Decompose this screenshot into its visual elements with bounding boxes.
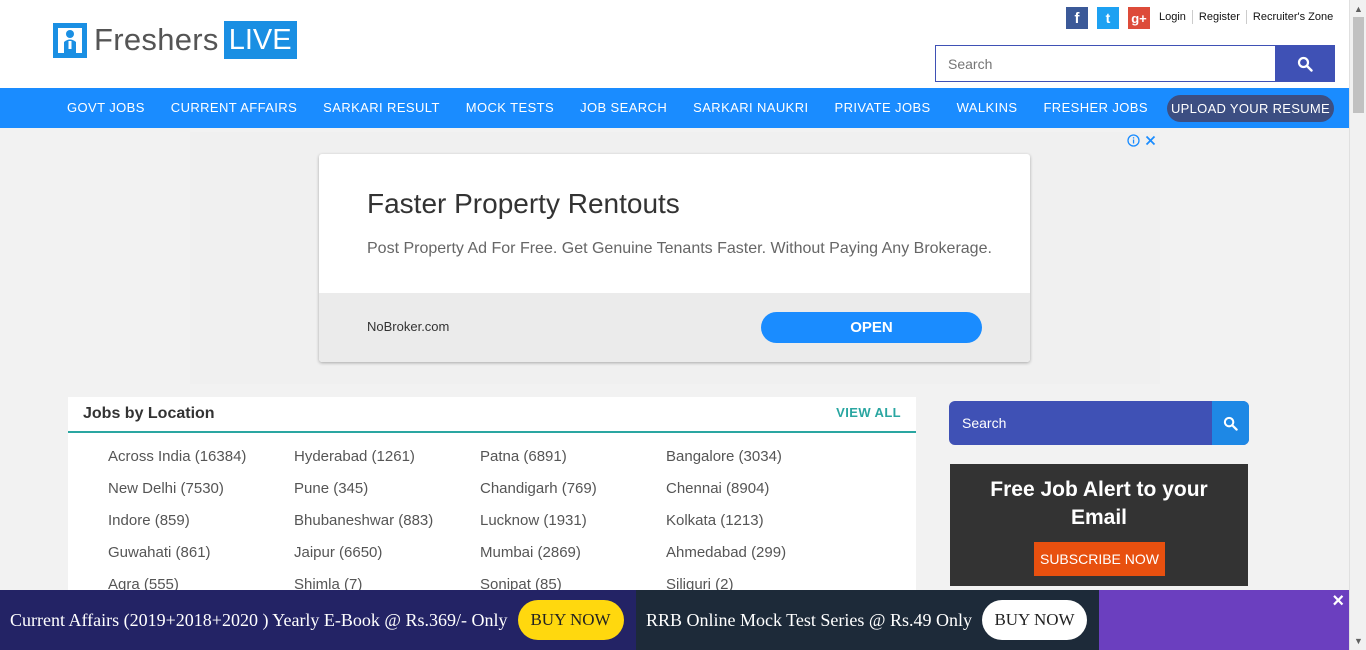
location-link[interactable]: Pune (345)	[294, 479, 480, 499]
top-links: Login Register Recruiter's Zone	[1153, 10, 1339, 24]
location-link[interactable]: Kolkata (1213)	[666, 511, 852, 531]
location-link[interactable]: Chennai (8904)	[666, 479, 852, 499]
location-link[interactable]: Hyderabad (1261)	[294, 447, 480, 467]
nav-private-jobs[interactable]: PRIVATE JOBS	[822, 88, 944, 128]
register-link[interactable]: Register	[1191, 10, 1246, 24]
promo-ebook: Current Affairs (2019+2018+2020 ) Yearly…	[0, 590, 636, 650]
job-alert-title: Free Job Alert to your Email	[990, 478, 1208, 529]
logo-mark-icon	[52, 20, 88, 60]
ad-open-button[interactable]: OPEN	[761, 312, 982, 343]
view-all-link[interactable]: VIEW ALL	[836, 405, 901, 420]
info-icon[interactable]	[1127, 134, 1140, 147]
ad-footer: NoBroker.com OPEN	[319, 293, 1030, 362]
nav-walkins[interactable]: WALKINS	[944, 88, 1031, 128]
location-link[interactable]: Chandigarh (769)	[480, 479, 666, 499]
location-link[interactable]: Ahmedabad (299)	[666, 543, 852, 563]
jobs-by-location-header: Jobs by Location VIEW ALL	[68, 397, 916, 433]
search-icon	[1297, 56, 1313, 72]
nav-govt-jobs[interactable]: GOVT JOBS	[54, 88, 158, 128]
promo-mock-test-text: RRB Online Mock Test Series @ Rs.49 Only	[646, 609, 972, 630]
nav-items: GOVT JOBS CURRENT AFFAIRS SARKARI RESULT…	[54, 88, 1161, 128]
recruiters-zone-link[interactable]: Recruiter's Zone	[1245, 10, 1339, 24]
nav-job-search[interactable]: JOB SEARCH	[567, 88, 680, 128]
promo-bar: Current Affairs (2019+2018+2020 ) Yearly…	[0, 590, 1349, 650]
location-link[interactable]: Lucknow (1931)	[480, 511, 666, 531]
search-icon	[1223, 416, 1238, 431]
ad-choices[interactable]	[1127, 134, 1156, 147]
sidebar-search[interactable]: Search	[949, 401, 1249, 445]
sidebar-search-button[interactable]	[1212, 401, 1249, 445]
scrollbar-thumb[interactable]	[1353, 17, 1364, 113]
nav-fresher-jobs[interactable]: FRESHER JOBS	[1030, 88, 1160, 128]
buy-now-ebook-button[interactable]: BUY NOW	[517, 600, 624, 640]
promo-ebook-text: Current Affairs (2019+2018+2020 ) Yearly…	[10, 609, 508, 630]
subscribe-button[interactable]: SUBSCRIBE NOW	[1034, 542, 1165, 576]
sidebar-search-input[interactable]: Search	[949, 401, 1212, 445]
main-nav: GOVT JOBS CURRENT AFFAIRS SARKARI RESULT…	[0, 88, 1349, 128]
location-link[interactable]: Bhubaneshwar (883)	[294, 511, 480, 531]
location-list: Across India (16384) Hyderabad (1261) Pa…	[108, 447, 852, 595]
location-link[interactable]: New Delhi (7530)	[108, 479, 294, 499]
location-link[interactable]: Bangalore (3034)	[666, 447, 852, 467]
nav-mock-tests[interactable]: MOCK TESTS	[453, 88, 567, 128]
jobs-by-location-title: Jobs by Location	[83, 405, 215, 422]
nav-current-affairs[interactable]: CURRENT AFFAIRS	[158, 88, 310, 128]
site-logo[interactable]: Freshers LIVE	[52, 20, 297, 60]
location-link[interactable]: Patna (6891)	[480, 447, 666, 467]
job-alert-box: Free Job Alert to your Email SUBSCRIBE N…	[950, 464, 1248, 586]
header-search-input[interactable]	[936, 46, 1275, 81]
twitter-icon[interactable]: t	[1097, 7, 1119, 29]
upload-resume-button[interactable]: UPLOAD YOUR RESUME	[1167, 95, 1334, 122]
header-search	[935, 45, 1335, 82]
ad-description: Post Property Ad For Free. Get Genuine T…	[367, 240, 992, 257]
promo-bar-end: ×	[1099, 590, 1349, 650]
location-link[interactable]: Jaipur (6650)	[294, 543, 480, 563]
ad-domain[interactable]: NoBroker.com	[367, 319, 449, 334]
logo-text: Freshers	[94, 22, 219, 57]
google-plus-icon[interactable]: g+	[1128, 7, 1150, 29]
login-link[interactable]: Login	[1153, 10, 1192, 24]
social-links: f t g+	[1066, 7, 1150, 29]
close-icon[interactable]: ×	[1332, 590, 1344, 613]
ad-headline[interactable]: Faster Property Rentouts	[367, 188, 680, 220]
site-header: Freshers LIVE f t g+ Login Register Recr…	[0, 0, 1349, 88]
promo-mock-test: RRB Online Mock Test Series @ Rs.49 Only…	[636, 590, 1099, 650]
location-link[interactable]: Indore (859)	[108, 511, 294, 531]
page-scrollbar[interactable]: ▲ ▼	[1349, 0, 1366, 650]
location-link[interactable]: Across India (16384)	[108, 447, 294, 467]
location-link[interactable]: Mumbai (2869)	[480, 543, 666, 563]
nav-sarkari-naukri[interactable]: SARKARI NAUKRI	[680, 88, 821, 128]
logo-badge: LIVE	[223, 21, 297, 59]
facebook-icon[interactable]: f	[1066, 7, 1088, 29]
header-search-button[interactable]	[1275, 46, 1334, 81]
nav-sarkari-result[interactable]: SARKARI RESULT	[310, 88, 453, 128]
scroll-up-icon[interactable]: ▲	[1354, 4, 1363, 14]
location-link[interactable]: Guwahati (861)	[108, 543, 294, 563]
buy-now-mock-test-button[interactable]: BUY NOW	[982, 600, 1087, 640]
ad-card[interactable]: Faster Property Rentouts Post Property A…	[319, 154, 1030, 362]
scroll-down-icon[interactable]: ▼	[1354, 636, 1363, 646]
close-icon[interactable]	[1145, 135, 1156, 146]
